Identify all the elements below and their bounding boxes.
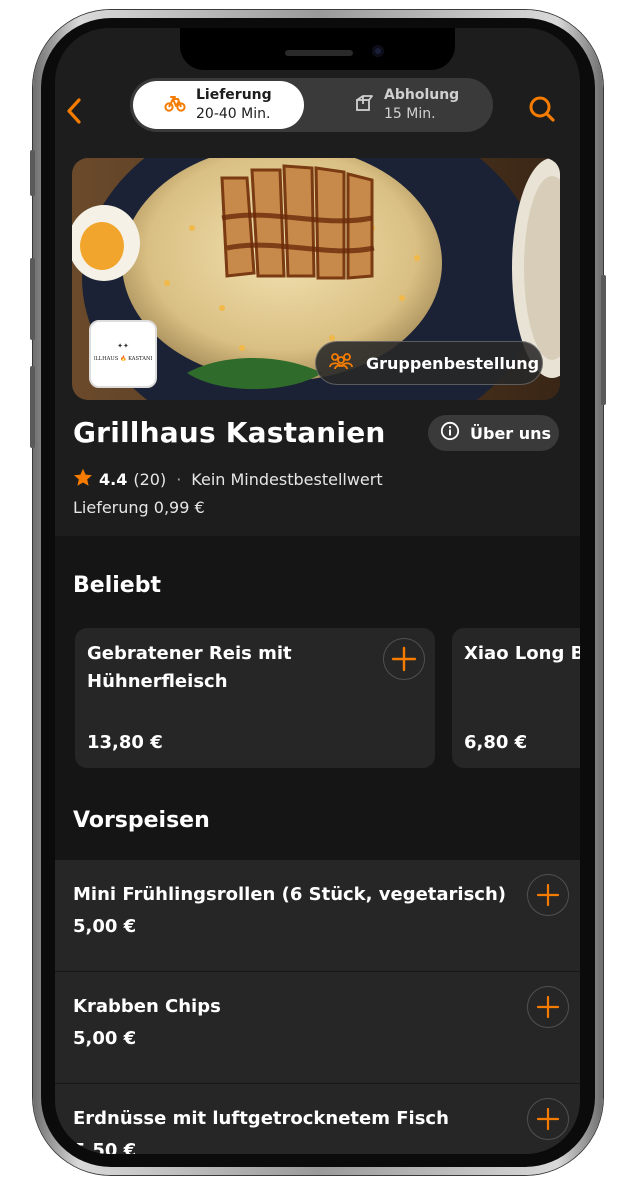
- menu-item-row[interactable]: Erdnüsse mit luftgetrocknetem Fisch 5,50…: [55, 1084, 580, 1154]
- menu-item-price: 5,00 €: [73, 1028, 137, 1049]
- tab-delivery-label: Lieferung: [196, 87, 272, 103]
- menu-item-row[interactable]: Mini Frühlingsrollen (6 Stück, vegetaris…: [55, 860, 580, 971]
- popular-item-name: Gebratener Reis mit Hühnerfleisch: [87, 640, 292, 696]
- group-order-button[interactable]: Gruppenbestellung: [315, 341, 543, 385]
- menu-item-name: Mini Frühlingsrollen (6 Stück, vegetaris…: [73, 884, 507, 905]
- tab-delivery[interactable]: Lieferung 20-40 Min.: [164, 86, 272, 124]
- plus-icon: [536, 883, 560, 907]
- bike-icon: [164, 94, 186, 116]
- menu-item-name: Erdnüsse mit luftgetrocknetem Fisch: [73, 1108, 449, 1129]
- add-item-button[interactable]: [527, 986, 569, 1028]
- about-us-button[interactable]: Über uns: [428, 415, 559, 451]
- popular-item-card[interactable]: Gebratener Reis mit Hühnerfleisch 13,80 …: [75, 628, 435, 768]
- menu-item-name: Krabben Chips: [73, 996, 221, 1017]
- add-item-button[interactable]: [383, 638, 425, 680]
- group-order-label: Gruppenbestellung: [366, 353, 540, 373]
- chevron-left-icon[interactable]: [63, 94, 87, 128]
- speaker: [285, 50, 353, 56]
- popular-item-price: 6,80 €: [464, 732, 528, 753]
- restaurant-logo: ✦✦ GRILLHAUS 🔥 KASTANIEN: [89, 320, 157, 388]
- star-icon: [73, 468, 93, 491]
- tab-delivery-time: 20-40 Min.: [196, 106, 271, 122]
- popular-item-name-line2: Hühnerfleisch: [87, 671, 228, 692]
- delivery-fee: Lieferung 0,99 €: [73, 498, 205, 517]
- menu-item-row[interactable]: Krabben Chips 5,00 €: [55, 972, 580, 1083]
- rating-count: (20): [133, 470, 167, 489]
- svg-text:✦✦: ✦✦: [117, 342, 129, 350]
- side-button: [30, 150, 35, 196]
- add-item-button[interactable]: [527, 1098, 569, 1140]
- svg-text:GRILLHAUS 🔥 KASTANIEN: GRILLHAUS 🔥 KASTANIEN: [94, 355, 152, 362]
- add-item-button[interactable]: [527, 874, 569, 916]
- app-screen: Lieferung 20-40 Min. Abholung 15 Min. ✦✦…: [55, 28, 580, 1154]
- popular-item-card[interactable]: Xiao Long Ba 6,80 €: [452, 628, 580, 768]
- notch: [180, 28, 455, 70]
- section-title-starters: Vorspeisen: [73, 808, 210, 833]
- info-icon: [440, 421, 460, 445]
- tab-pickup-label: Abholung: [384, 87, 460, 103]
- volume-up-button: [30, 258, 35, 340]
- pickup-box-icon: [354, 93, 374, 117]
- group-icon: [328, 352, 354, 374]
- menu-item-price: 5,00 €: [73, 916, 137, 937]
- search-icon[interactable]: [527, 94, 557, 124]
- about-us-label: Über uns: [470, 423, 552, 443]
- menu-item-price: 5,50 €: [73, 1140, 137, 1154]
- plus-icon: [391, 646, 417, 672]
- rating-value: 4.4: [99, 470, 128, 489]
- section-title-popular: Beliebt: [73, 573, 161, 598]
- rating-separator: ·: [176, 470, 182, 489]
- min-order-info: Kein Mindestbestellwert: [191, 470, 383, 489]
- delivery-mode-toggle: Lieferung 20-40 Min. Abholung 15 Min.: [130, 78, 493, 132]
- volume-down-button: [30, 366, 35, 448]
- rating-row: 4.4 (20) · Kein Mindestbestellwert: [73, 468, 383, 491]
- plus-icon: [536, 1107, 560, 1131]
- power-button: [601, 275, 606, 405]
- popular-item-price: 13,80 €: [87, 732, 163, 753]
- front-camera: [372, 45, 384, 57]
- popular-item-name-line1: Gebratener Reis mit: [87, 643, 292, 664]
- restaurant-name: Grillhaus Kastanien: [73, 416, 386, 449]
- restaurant-hero-image: ✦✦ GRILLHAUS 🔥 KASTANIEN Gruppenbestellu…: [72, 158, 560, 400]
- plus-icon: [536, 995, 560, 1019]
- popular-item-name: Xiao Long Ba: [464, 643, 580, 664]
- tab-pickup-time: 15 Min.: [384, 106, 436, 122]
- tab-pickup[interactable]: Abholung 15 Min.: [354, 86, 459, 124]
